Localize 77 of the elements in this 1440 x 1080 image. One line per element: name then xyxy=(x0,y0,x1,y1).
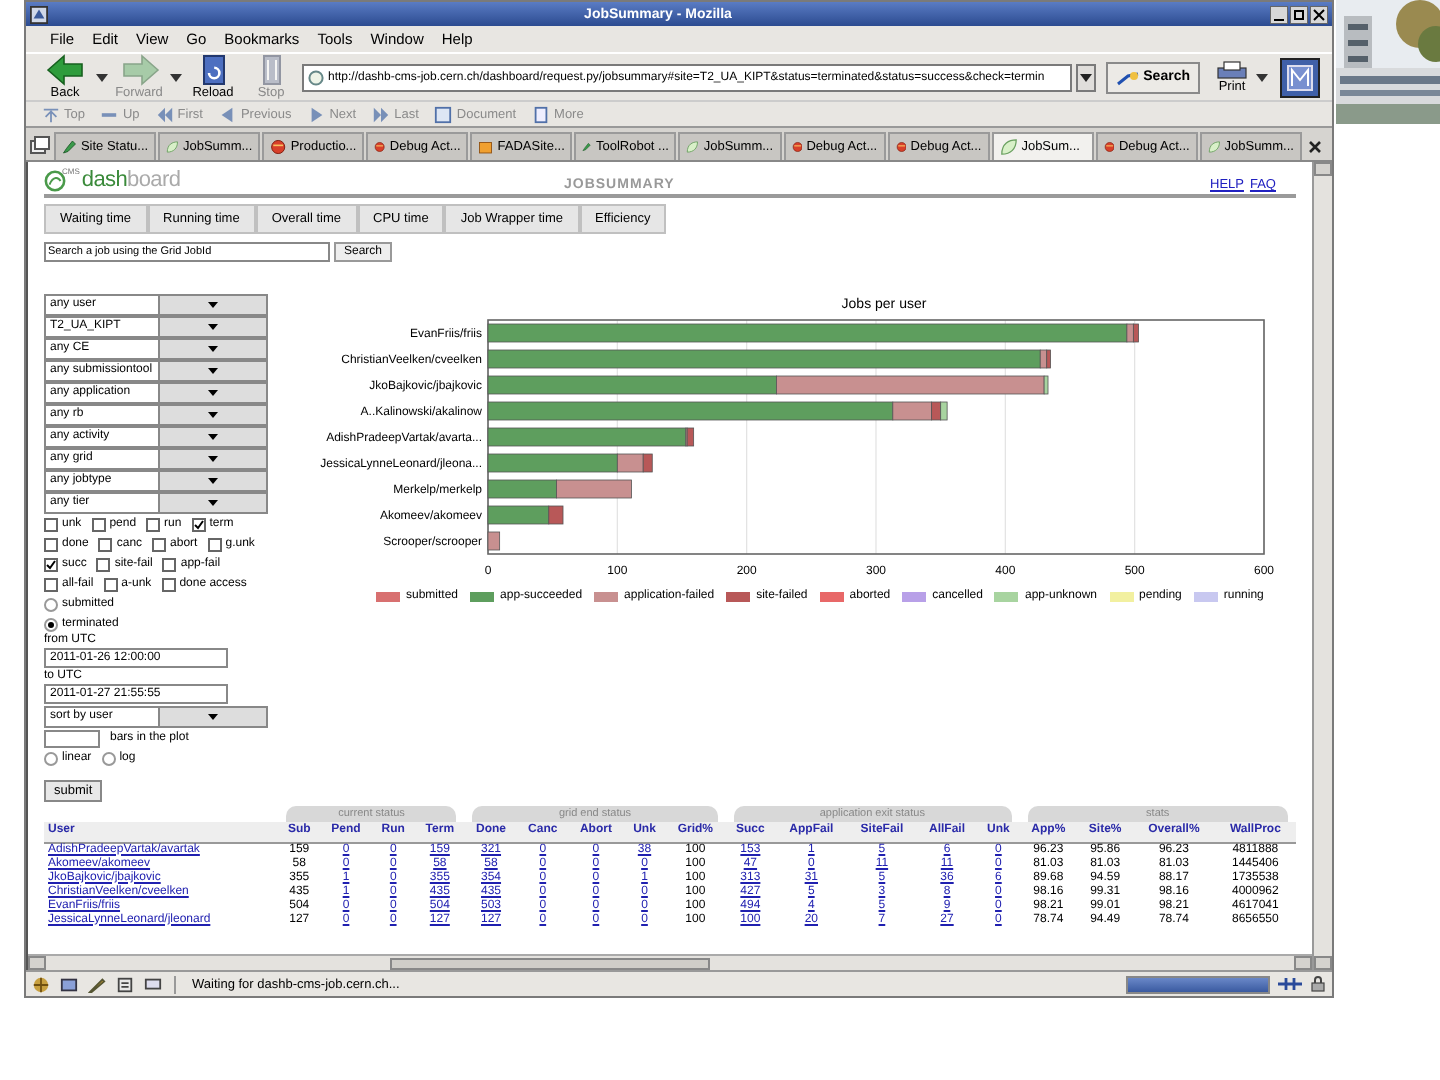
close-button[interactable] xyxy=(1310,5,1328,23)
horizontal-scrollbar[interactable] xyxy=(28,954,1312,970)
address-book-icon xyxy=(116,975,134,993)
minimize-button[interactable] xyxy=(1270,5,1288,23)
checkbox[interactable] xyxy=(152,537,167,551)
radio-button[interactable] xyxy=(44,617,58,631)
browser-icon xyxy=(32,975,50,993)
leaf-icon xyxy=(999,138,1018,156)
checkbox[interactable] xyxy=(103,577,118,591)
dropdown-arrow-icon xyxy=(207,389,218,396)
globe-icon xyxy=(1103,138,1115,156)
caret-icon xyxy=(1079,73,1092,81)
top-icon xyxy=(42,105,60,123)
dropdown-arrow-icon xyxy=(207,499,218,506)
caret-icon xyxy=(96,73,108,81)
dropdown-button[interactable] xyxy=(1075,63,1096,91)
pen-icon xyxy=(88,975,106,993)
input-field[interactable] xyxy=(44,729,100,747)
connection-icon xyxy=(1278,976,1302,992)
logo-icon xyxy=(44,170,66,192)
dropdown-arrow-icon xyxy=(207,477,218,484)
folder-icon xyxy=(478,138,494,156)
radio-button[interactable] xyxy=(44,751,58,765)
checkbox[interactable] xyxy=(44,557,58,571)
app-icon xyxy=(30,5,48,23)
dropdown-arrow-icon xyxy=(207,713,218,720)
globe-icon xyxy=(791,138,803,156)
chat-icon xyxy=(144,975,162,993)
document-icon xyxy=(434,105,453,123)
dropdown-arrow-icon xyxy=(207,323,218,330)
radio-button[interactable] xyxy=(101,751,116,765)
checkbox[interactable] xyxy=(146,517,161,531)
caret-icon xyxy=(1256,73,1268,81)
logo-text: dashboard xyxy=(81,170,181,192)
caret-icon xyxy=(170,73,182,81)
globe-icon xyxy=(374,138,386,156)
dropdown-arrow-icon xyxy=(207,433,218,440)
globe-icon xyxy=(895,138,907,156)
search-icon xyxy=(1115,69,1140,85)
pencil-icon xyxy=(582,138,592,156)
dropdown-arrow-icon xyxy=(207,301,218,308)
pencil-icon xyxy=(62,138,77,156)
checkbox[interactable] xyxy=(91,517,106,531)
checkbox[interactable] xyxy=(191,517,206,531)
checkbox[interactable] xyxy=(44,537,58,551)
tab-list-icon xyxy=(30,136,50,156)
close-icon xyxy=(1308,139,1323,153)
dropdown-arrow-icon xyxy=(207,411,218,418)
leaf-icon xyxy=(166,138,179,156)
forward-arrow-icon xyxy=(119,54,159,86)
printer-icon xyxy=(1216,60,1248,80)
progress-bar xyxy=(1126,975,1270,993)
checkbox[interactable] xyxy=(96,557,111,571)
bar xyxy=(487,479,557,499)
throbber-icon xyxy=(1280,57,1320,97)
leaf-icon xyxy=(686,138,700,156)
leaf-icon xyxy=(1207,138,1221,156)
globe-icon xyxy=(270,138,287,156)
back-arrow-icon xyxy=(45,54,85,86)
dropdown-arrow-icon xyxy=(207,455,218,462)
bar xyxy=(556,479,632,499)
vertical-scrollbar[interactable] xyxy=(1312,162,1332,970)
page-icon xyxy=(532,105,551,123)
checkbox[interactable] xyxy=(44,517,58,531)
page-icon xyxy=(308,69,324,85)
mail-icon xyxy=(60,975,78,993)
maximize-button[interactable] xyxy=(1290,5,1308,23)
checkbox[interactable] xyxy=(161,577,176,591)
checkbox[interactable] xyxy=(162,557,177,571)
dropdown-arrow-icon xyxy=(207,345,218,352)
dropdown-arrow-icon xyxy=(207,367,218,374)
checkbox[interactable] xyxy=(207,537,222,551)
checkbox[interactable] xyxy=(44,577,58,591)
lock-icon xyxy=(1310,976,1326,992)
radio-button[interactable] xyxy=(44,597,58,611)
bar xyxy=(487,531,501,551)
checkbox[interactable] xyxy=(98,537,113,551)
